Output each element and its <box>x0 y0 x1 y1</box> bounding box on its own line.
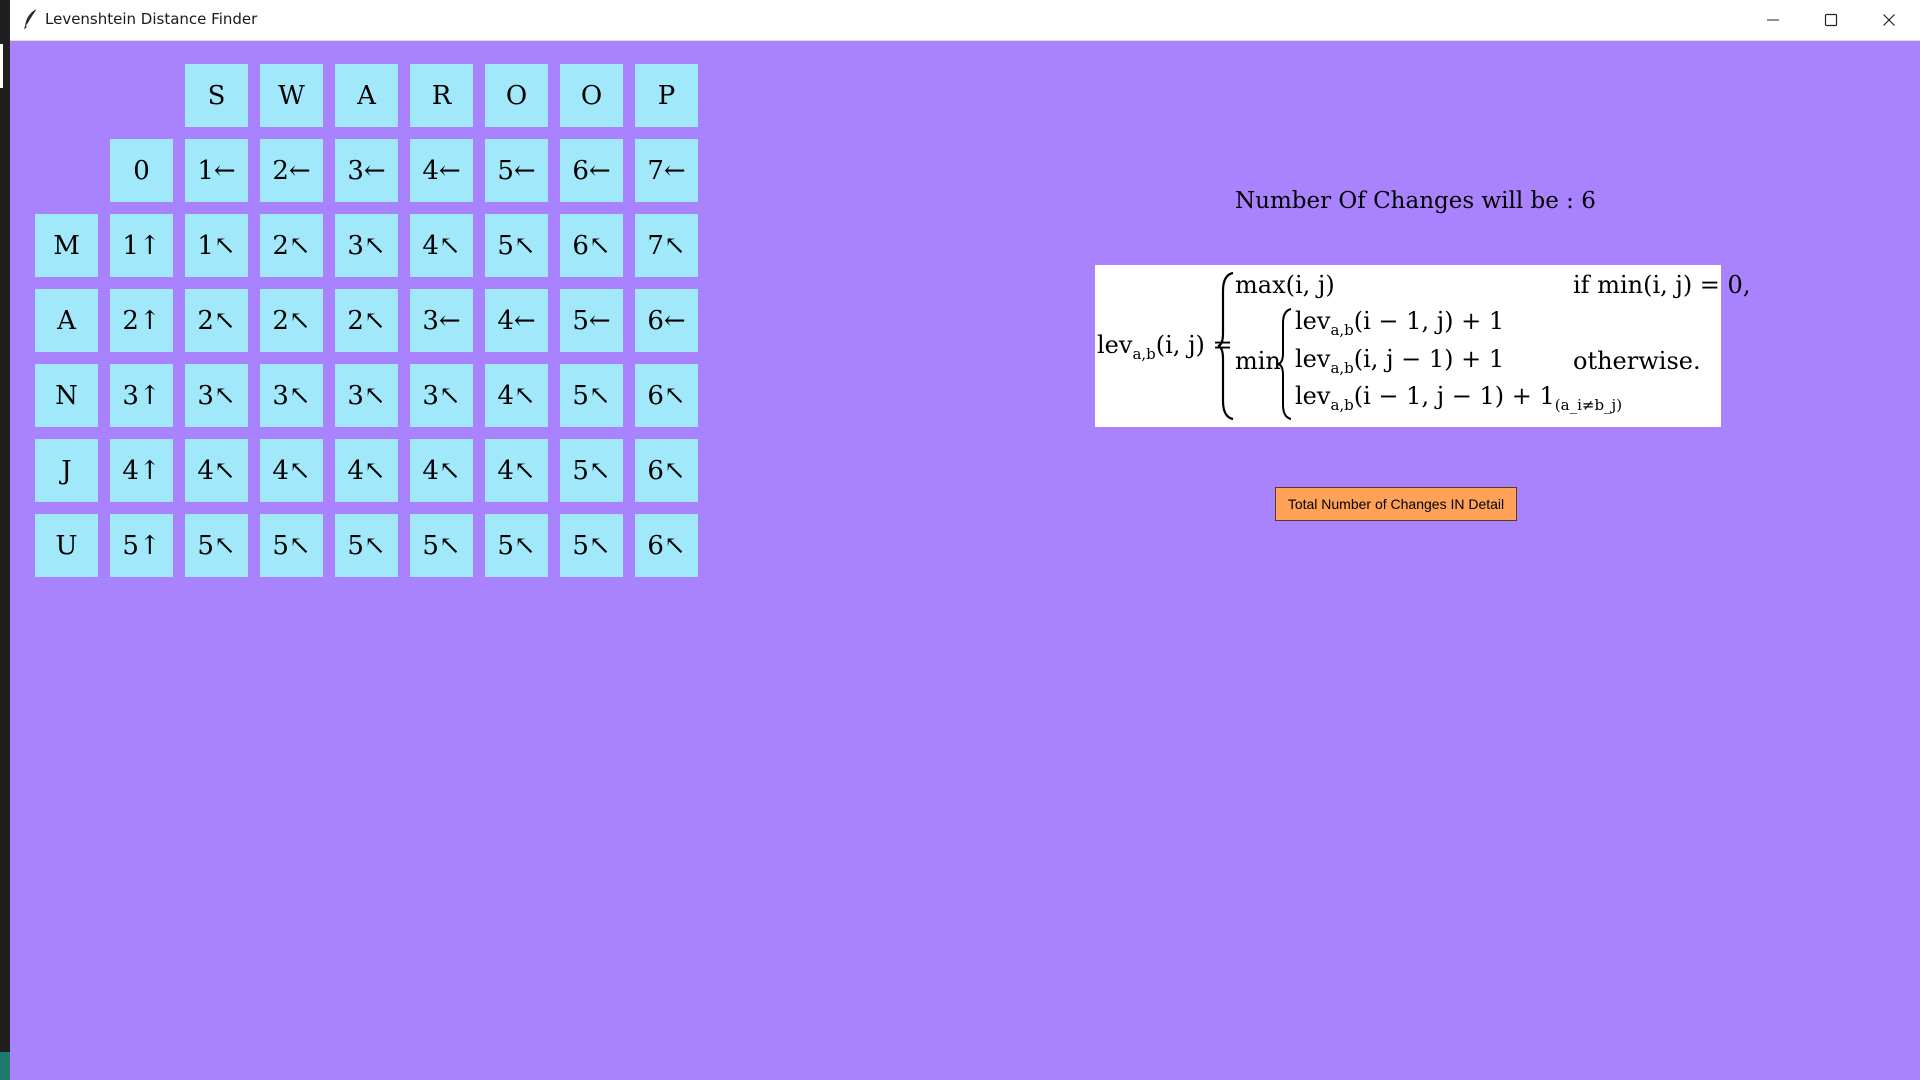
matrix-cell: 4↖ <box>260 439 323 502</box>
row-header: J <box>35 439 98 502</box>
matrix-cell: 4↖ <box>485 364 548 427</box>
column-header: R <box>410 64 473 127</box>
matrix-cell: 1↑ <box>110 214 173 277</box>
matrix-cell: 5↖ <box>410 514 473 577</box>
maximize-button[interactable] <box>1802 0 1860 40</box>
outer-brace <box>1217 271 1234 421</box>
desktop-edge-marker-bottom <box>0 1052 10 1080</box>
matrix-cell: 5↖ <box>485 514 548 577</box>
matrix-cell: 2↖ <box>260 214 323 277</box>
row-header: A <box>35 289 98 352</box>
matrix-cell: 6↖ <box>635 364 698 427</box>
window-title: Levenshtein Distance Finder <box>45 10 258 28</box>
matrix-cell: 3↖ <box>335 214 398 277</box>
formula-lhs: leva,b(i, j) = <box>1097 331 1233 363</box>
case1-condition: if min(i, j) = 0, <box>1573 271 1751 299</box>
matrix-cell: 6← <box>560 139 623 202</box>
close-icon <box>1883 14 1895 26</box>
inner-brace <box>1277 308 1292 420</box>
feather-icon <box>22 8 40 30</box>
matrix-cell: 3← <box>335 139 398 202</box>
matrix-cell: 2↖ <box>260 289 323 352</box>
matrix-cell: 4↖ <box>185 439 248 502</box>
min-label: min <box>1235 347 1281 375</box>
column-header: S <box>185 64 248 127</box>
matrix-cell: 3↖ <box>335 364 398 427</box>
matrix-cell: 2↑ <box>110 289 173 352</box>
matrix-cell: 5← <box>560 289 623 352</box>
matrix-cell: 3↖ <box>260 364 323 427</box>
column-header: P <box>635 64 698 127</box>
matrix-cell: 5← <box>485 139 548 202</box>
matrix-cell: 4← <box>485 289 548 352</box>
matrix-cell: 5↖ <box>560 439 623 502</box>
matrix-cell: 2← <box>260 139 323 202</box>
matrix-cell: 5↑ <box>110 514 173 577</box>
matrix-cell: 7← <box>635 139 698 202</box>
total-changes-detail-button[interactable]: Total Number of Changes IN Detail <box>1275 487 1517 521</box>
matrix-cell: 5↖ <box>185 514 248 577</box>
matrix-cell: 6↖ <box>635 514 698 577</box>
term-substitution: leva,b(i − 1, j − 1) + 1(a_i≠b_j) <box>1295 382 1623 414</box>
column-header: O <box>560 64 623 127</box>
matrix-cell: 1↖ <box>185 214 248 277</box>
row-header: M <box>35 214 98 277</box>
column-header: O <box>485 64 548 127</box>
title-bar[interactable]: Levenshtein Distance Finder <box>10 0 1920 41</box>
matrix-cell: 3← <box>410 289 473 352</box>
matrix-cell: 4← <box>410 139 473 202</box>
case1-expr: max(i, j) <box>1235 271 1335 299</box>
matrix-cell: 6← <box>635 289 698 352</box>
matrix-cell: 4↖ <box>410 439 473 502</box>
matrix-cell: 2↖ <box>335 289 398 352</box>
matrix-cell: 5↖ <box>485 214 548 277</box>
matrix-cell: 4↖ <box>485 439 548 502</box>
close-button[interactable] <box>1860 0 1918 40</box>
matrix-cell: 5↖ <box>335 514 398 577</box>
matrix-cell: 3↑ <box>110 364 173 427</box>
column-header: W <box>260 64 323 127</box>
term-deletion: leva,b(i − 1, j) + 1 <box>1295 307 1505 339</box>
desktop-edge-marker <box>0 44 3 88</box>
matrix-cell: 4↖ <box>335 439 398 502</box>
matrix-cell: 5↖ <box>260 514 323 577</box>
matrix-cell: 2↖ <box>185 289 248 352</box>
left-desktop-strip <box>0 0 10 1080</box>
matrix-cell: 5↖ <box>560 364 623 427</box>
minimize-button[interactable] <box>1744 0 1802 40</box>
matrix-cell: 3↖ <box>185 364 248 427</box>
column-header: A <box>335 64 398 127</box>
matrix-cell: 5↖ <box>560 514 623 577</box>
app-window: Levenshtein Distance Finder S W A R O O … <box>10 0 1920 1080</box>
levenshtein-formula-image: leva,b(i, j) = max(i, j) if min(i, j) = … <box>1095 265 1750 427</box>
matrix-cell: 6↖ <box>560 214 623 277</box>
result-label: Number Of Changes will be : 6 <box>1235 188 1596 214</box>
matrix-cell: 4↖ <box>410 214 473 277</box>
matrix-cell: 6↖ <box>635 439 698 502</box>
matrix-cell: 7↖ <box>635 214 698 277</box>
term-insertion: leva,b(i, j − 1) + 1 <box>1295 345 1505 377</box>
matrix-cell: 4↑ <box>110 439 173 502</box>
row-header: N <box>35 364 98 427</box>
matrix-cell: 3↖ <box>410 364 473 427</box>
matrix-cell: 1← <box>185 139 248 202</box>
row-header: U <box>35 514 98 577</box>
maximize-icon <box>1824 13 1838 27</box>
case2-condition: otherwise. <box>1573 347 1701 375</box>
minimize-icon <box>1767 19 1779 21</box>
matrix-cell: 0 <box>110 139 173 202</box>
